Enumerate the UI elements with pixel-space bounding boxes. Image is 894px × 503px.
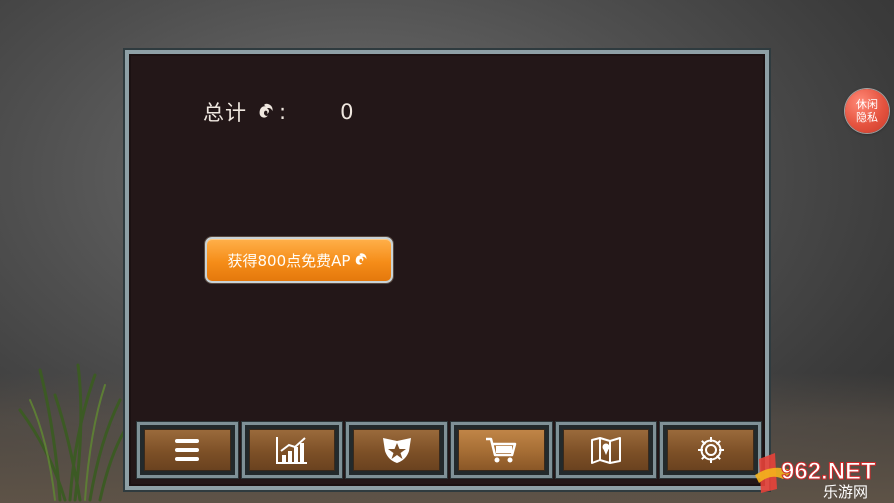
nav-shop-button[interactable]	[450, 421, 553, 479]
total-value: 0	[340, 100, 354, 124]
clan-emblem-icon	[382, 438, 411, 463]
ap-panel: 总计 : 0 获得800点免费AP	[123, 48, 771, 492]
shopping-cart-icon	[486, 437, 517, 463]
privacy-badge-button[interactable]: 休闲 隐私	[845, 89, 889, 133]
privacy-badge-line2: 隐私	[856, 111, 878, 124]
menu-icon	[175, 439, 200, 461]
privacy-badge-line1: 休闲	[856, 98, 878, 111]
nav-settings-button[interactable]	[659, 421, 763, 479]
map-icon	[591, 437, 622, 464]
total-label: 总计	[203, 101, 247, 125]
total-row: 总计 : 0	[203, 98, 353, 126]
stats-chart-icon	[276, 437, 307, 464]
free-ap-button[interactable]: 获得800点免费AP	[205, 237, 393, 283]
nav-map-button[interactable]	[554, 421, 658, 479]
nav-stats-button[interactable]	[240, 421, 344, 479]
ap-swirl-icon	[259, 103, 273, 118]
nav-clan-button[interactable]	[345, 421, 449, 479]
bottom-nav	[136, 421, 763, 479]
total-colon: :	[279, 100, 287, 124]
nav-menu-button[interactable]	[136, 421, 239, 479]
ap-swirl-icon	[356, 253, 367, 265]
gear-icon	[697, 437, 724, 463]
free-ap-button-label: 获得800点免费AP	[227, 251, 351, 270]
